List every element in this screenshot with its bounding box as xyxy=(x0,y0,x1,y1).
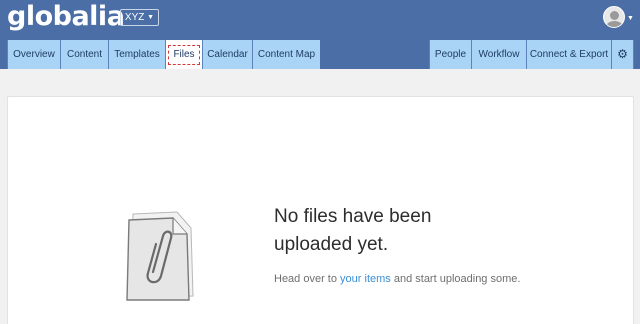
paperclip-document-icon xyxy=(126,211,194,301)
tab-workflow[interactable]: Workflow xyxy=(471,40,526,69)
tab-content-map[interactable]: Content Map xyxy=(252,40,320,69)
empty-state-title: No files have been uploaded yet. xyxy=(274,206,432,255)
org-selector-label: XYZ xyxy=(124,12,145,23)
gear-icon: ⚙ xyxy=(617,47,628,61)
tab-calendar[interactable]: Calendar xyxy=(202,40,252,69)
user-avatar[interactable] xyxy=(603,6,625,28)
org-selector[interactable]: XYZ ▼ xyxy=(120,9,159,26)
tab-overview[interactable]: Overview xyxy=(7,40,60,69)
tab-people[interactable]: People xyxy=(429,40,471,69)
tab-connect-export[interactable]: Connect & Export xyxy=(526,40,611,69)
your-items-link[interactable]: your items xyxy=(340,273,391,285)
tab-settings[interactable]: ⚙ xyxy=(611,40,634,69)
tab-files[interactable]: Files xyxy=(165,40,202,69)
chevron-down-icon: ▼ xyxy=(147,14,155,21)
empty-state-message: Head over to your items and start upload… xyxy=(274,273,521,285)
app-logo[interactable]: globalia xyxy=(7,1,125,32)
chevron-down-icon[interactable]: ▼ xyxy=(627,15,634,22)
top-bar: globalia XYZ ▼ ▼ Overview Content Templa… xyxy=(0,0,640,69)
tab-templates[interactable]: Templates xyxy=(108,40,165,69)
tab-content[interactable]: Content xyxy=(60,40,108,69)
